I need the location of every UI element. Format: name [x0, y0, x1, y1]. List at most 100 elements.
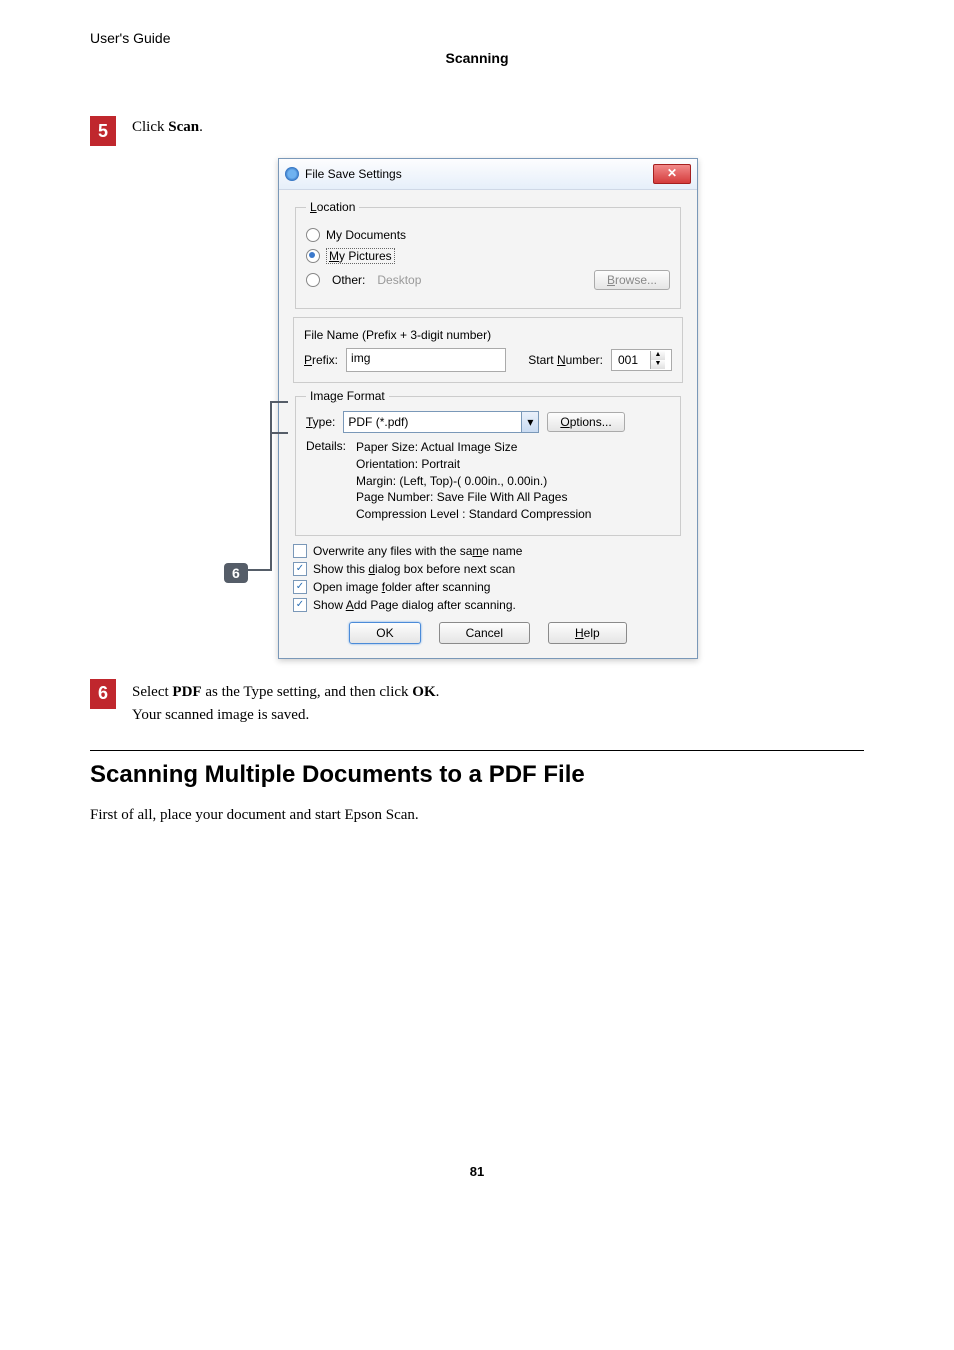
details-text: Paper Size: Actual Image Size Orientatio…: [356, 439, 591, 523]
of-pre: Open image: [313, 580, 382, 594]
filename-group: File Name (Prefix + 3-digit number) Pref…: [293, 317, 683, 383]
check-open-folder-label: Open image folder after scanning: [313, 580, 490, 594]
my-pictures-rest: y Pictures: [339, 249, 392, 263]
section-body-text: First of all, place your document and st…: [90, 807, 864, 824]
check-show-add-page[interactable]: ✓ Show Add Page dialog after scanning.: [293, 598, 683, 612]
ow-pre: Overwrite any files with the sa: [313, 544, 472, 558]
start-number-value: 001: [612, 353, 644, 367]
section-title-scanning: Scanning: [90, 50, 864, 66]
ok-button[interactable]: OK: [349, 622, 420, 644]
chevron-down-icon: ▾: [521, 412, 538, 432]
sd-post: ialog box before next scan: [375, 562, 515, 576]
radio-other-label: Other:: [332, 273, 365, 287]
step5-prefix: Click: [132, 119, 168, 135]
check-overwrite[interactable]: Overwrite any files with the same name: [293, 544, 683, 558]
image-format-group: Image Format Type: PDF (*.pdf) ▾ Options…: [295, 389, 681, 536]
opt-rest: ptions...: [570, 415, 612, 429]
other-path-text: Desktop: [377, 273, 582, 287]
spinner-buttons[interactable]: ▲▼: [644, 351, 671, 369]
location-group: Location My Documents My Pictures Other:…: [295, 200, 681, 309]
options-button[interactable]: Options...: [547, 412, 624, 432]
prefix-input[interactable]: img: [346, 348, 506, 372]
if-post: e Format: [337, 389, 385, 403]
details-label: Details:: [306, 439, 346, 523]
radio-icon-checked: [306, 249, 320, 263]
browse-rest: rowse...: [615, 273, 657, 287]
sa-post: dd Page dialog after scanning.: [354, 598, 516, 612]
type-rest: ype:: [313, 415, 336, 429]
checkbox-icon-checked: ✓: [293, 598, 307, 612]
s6-t2: as the Type setting, and then click: [202, 684, 413, 700]
radio-my-documents-label: My Documents: [326, 228, 406, 242]
dialog-titlebar: File Save Settings ✕: [279, 159, 697, 190]
document-header: User's Guide: [90, 30, 864, 46]
my-pictures-key: M: [329, 249, 339, 263]
help-key: H: [575, 626, 584, 640]
prefix-key: P: [304, 353, 312, 367]
radio-icon: [306, 228, 320, 242]
checkbox-icon-checked: ✓: [293, 562, 307, 576]
s6-t1: Select: [132, 684, 172, 700]
details-l5: Compression Level : Standard Compression: [356, 506, 591, 523]
details-l4: Page Number: Save File With All Pages: [356, 489, 591, 506]
radio-my-pictures-label: My Pictures: [326, 248, 395, 264]
check-show-dialog[interactable]: ✓ Show this dialog box before next scan: [293, 562, 683, 576]
sa-pre: Show: [313, 598, 346, 612]
checkbox-icon: [293, 544, 307, 558]
section-heading-pdf: Scanning Multiple Documents to a PDF Fil…: [90, 761, 864, 789]
type-key: T: [306, 415, 313, 429]
sn-post: umber:: [566, 353, 603, 367]
prefix-rest: refix:: [312, 353, 338, 367]
location-legend-key: L: [310, 200, 317, 214]
type-combobox[interactable]: PDF (*.pdf) ▾: [343, 411, 539, 433]
start-number-label: Start Number:: [528, 353, 603, 367]
image-format-legend: Image Format: [306, 389, 389, 403]
ow-post: e name: [482, 544, 522, 558]
type-value: PDF (*.pdf): [348, 415, 408, 429]
file-save-settings-dialog: File Save Settings ✕ Location My Documen…: [278, 158, 698, 659]
radio-my-documents[interactable]: My Documents: [306, 228, 670, 242]
details-l2: Orientation: Portrait: [356, 456, 591, 473]
ow-key: m: [472, 544, 482, 558]
help-rest: elp: [584, 626, 600, 640]
check-open-folder[interactable]: ✓ Open image folder after scanning: [293, 580, 683, 594]
s6-t3: .: [436, 684, 440, 700]
step-6-row: 6 Select PDF as the Type setting, and th…: [90, 679, 864, 724]
cancel-button[interactable]: Cancel: [439, 622, 530, 644]
callout-6-badge: 6: [224, 563, 248, 583]
type-label: Type:: [306, 415, 335, 429]
step-6-note: Your scanned image is saved.: [132, 707, 439, 724]
radio-icon: [306, 273, 320, 287]
step-5-badge: 5: [90, 116, 116, 146]
details-l3: Margin: (Left, Top)-( 0.00in., 0.00in.): [356, 473, 591, 490]
check-show-add-page-label: Show Add Page dialog after scanning.: [313, 598, 516, 612]
dialog-screenshot: 6 File Save Settings ✕ Location My Docum…: [250, 158, 864, 659]
sn-pre: Start: [528, 353, 557, 367]
browse-button[interactable]: Browse...: [594, 270, 670, 290]
section-divider: [90, 750, 864, 751]
help-button[interactable]: Help: [548, 622, 627, 644]
if-pre: Ima: [310, 389, 330, 403]
check-show-dialog-label: Show this dialog box before next scan: [313, 562, 515, 576]
filename-header: File Name (Prefix + 3-digit number): [304, 328, 672, 342]
start-number-spinner[interactable]: 001 ▲▼: [611, 349, 672, 371]
step-6-text: Select PDF as the Type setting, and then…: [132, 681, 439, 701]
callout-branch-1: [270, 401, 288, 403]
step5-suffix: .: [199, 119, 203, 135]
callout-connector-h: [244, 569, 272, 571]
checkbox-icon-checked: ✓: [293, 580, 307, 594]
check-overwrite-label: Overwrite any files with the same name: [313, 544, 522, 558]
radio-my-pictures[interactable]: My Pictures: [306, 248, 670, 264]
callout-connector-v: [270, 401, 272, 569]
location-legend: Location: [306, 200, 359, 214]
of-post: older after scanning: [385, 580, 490, 594]
sa-key: A: [346, 598, 354, 612]
radio-other[interactable]: Other: Desktop Browse...: [306, 270, 670, 290]
page-number: 81: [90, 1164, 864, 1179]
step-5-row: 5 Click Scan.: [90, 116, 864, 146]
sn-key: N: [557, 353, 566, 367]
prefix-label: Prefix:: [304, 353, 338, 367]
if-key: g: [330, 389, 337, 403]
close-button[interactable]: ✕: [653, 164, 691, 184]
details-l1: Paper Size: Actual Image Size: [356, 439, 591, 456]
